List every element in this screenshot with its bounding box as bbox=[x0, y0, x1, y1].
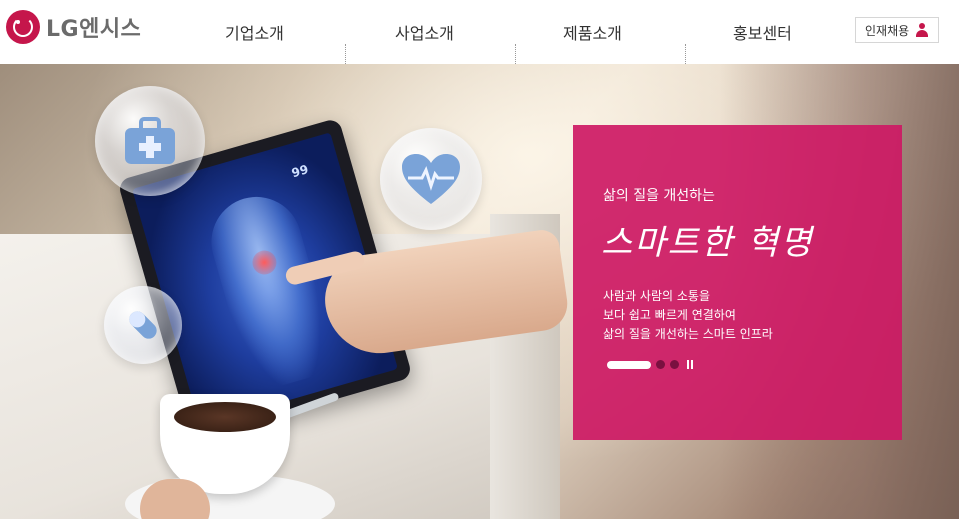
slide-dot-2[interactable] bbox=[656, 360, 665, 369]
hero-banner: 99 삶의 질을 개선하는 스마트한 혁명 사람과 사람의 소통을 보다 쉽고 … bbox=[0, 64, 959, 519]
slide-active[interactable] bbox=[607, 360, 651, 369]
recruit-label: 인재채용 bbox=[865, 23, 910, 38]
person-icon bbox=[915, 23, 929, 37]
pill-icon bbox=[129, 311, 157, 339]
site-header: LG엔시스 기업소개 사업소개 제품소개 홍보센터 인재채용 bbox=[0, 0, 959, 64]
promo-description: 사람과 사람의 소통을 보다 쉽고 빠르게 연결하여 삶의 질을 개선하는 스마… bbox=[603, 287, 773, 344]
recruit-button[interactable]: 인재채용 bbox=[855, 17, 939, 43]
lg-logo-icon bbox=[6, 10, 40, 44]
slide-indicator bbox=[607, 360, 693, 369]
slide-dot-3[interactable] bbox=[670, 360, 679, 369]
promo-subtitle: 삶의 질을 개선하는 bbox=[603, 188, 715, 204]
pill-bubble bbox=[104, 286, 182, 364]
heart-bubble bbox=[380, 128, 482, 230]
anatomy-figure bbox=[200, 186, 340, 394]
medical-kit-bubble bbox=[95, 86, 205, 196]
nav-divider bbox=[685, 44, 686, 64]
nav-divider bbox=[345, 44, 346, 64]
nav-item-products[interactable]: 제품소개 bbox=[563, 20, 622, 44]
main-nav: 기업소개 사업소개 제품소개 홍보센터 bbox=[175, 0, 855, 64]
medical-kit-icon bbox=[125, 117, 175, 164]
nav-item-pr-center[interactable]: 홍보센터 bbox=[733, 20, 792, 44]
lg-logo[interactable]: LG엔시스 bbox=[6, 10, 141, 44]
promo-panel: 삶의 질을 개선하는 스마트한 혁명 사람과 사람의 소통을 보다 쉽고 빠르게… bbox=[573, 125, 902, 440]
tablet-reading: 99 bbox=[290, 162, 310, 181]
promo-line: 삶의 질을 개선하는 스마트 인프라 bbox=[603, 327, 773, 341]
promo-line: 사람과 사람의 소통을 bbox=[603, 289, 710, 303]
pause-icon[interactable] bbox=[687, 360, 693, 369]
nav-divider bbox=[515, 44, 516, 64]
nav-item-company[interactable]: 기업소개 bbox=[225, 20, 284, 44]
promo-line: 보다 쉽고 빠르게 연결하여 bbox=[603, 308, 736, 322]
logo-text: LG엔시스 bbox=[46, 17, 142, 42]
heart-pulse-icon bbox=[402, 154, 460, 204]
promo-headline: 스마트한 혁명 bbox=[601, 223, 814, 263]
nav-item-business[interactable]: 사업소개 bbox=[395, 20, 454, 44]
